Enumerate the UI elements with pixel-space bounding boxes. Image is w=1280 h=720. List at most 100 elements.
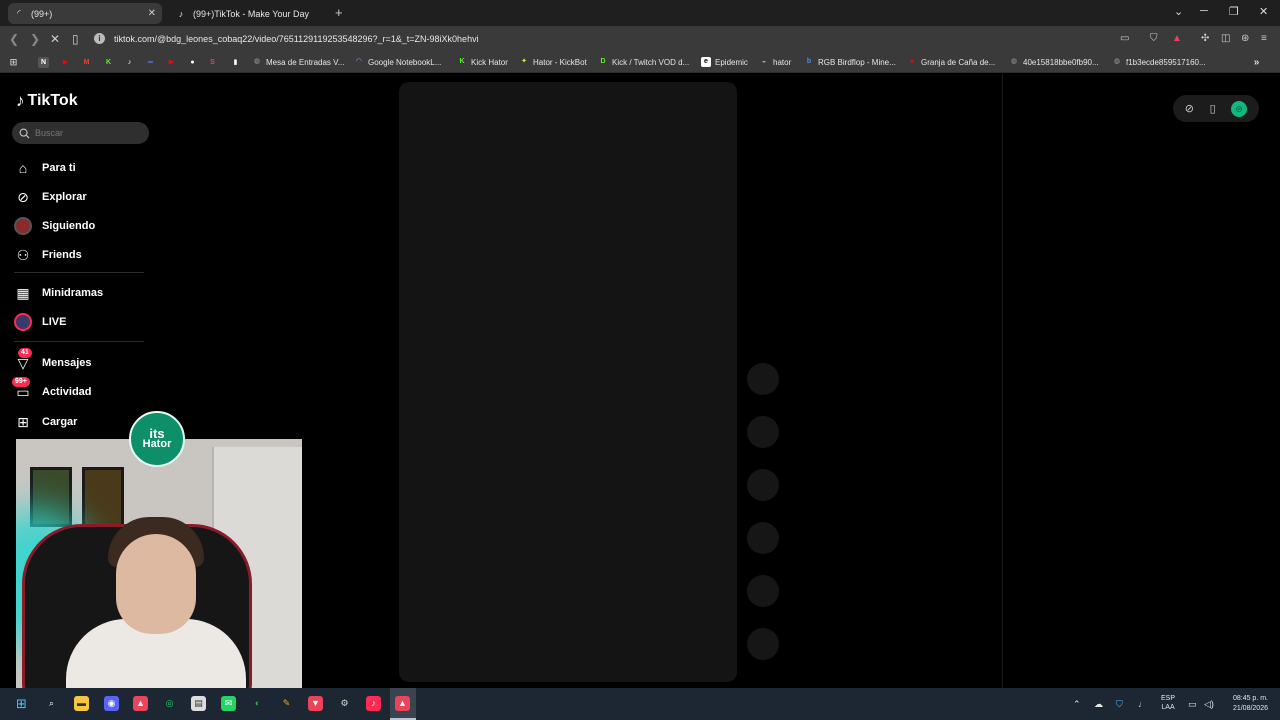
nav-item-para-ti[interactable]: ⌂ Para ti bbox=[14, 159, 76, 177]
webcam-overlay bbox=[16, 439, 302, 695]
browser-tab-active[interactable]: ◜ (99+) ✕ bbox=[8, 3, 162, 24]
coins-icon[interactable]: ⊘ bbox=[1185, 102, 1194, 115]
new-tab-button[interactable]: + bbox=[335, 5, 343, 20]
upload-icon: ⊞ bbox=[17, 413, 29, 430]
cast-icon[interactable]: ▭ bbox=[1120, 33, 1129, 44]
extension-triangle-icon[interactable]: ▲ bbox=[1172, 33, 1182, 44]
share-button-placeholder[interactable] bbox=[747, 522, 779, 554]
device-icon[interactable]: ▯ bbox=[1210, 102, 1216, 115]
tiktok-icon[interactable]: ♪ bbox=[124, 57, 135, 68]
url-field[interactable]: tiktok.com/@bdg_leones_cobaq22/video/765… bbox=[114, 34, 479, 44]
back-icon[interactable]: ❮ bbox=[9, 32, 19, 46]
spinner-icon: ◜ bbox=[17, 8, 21, 18]
monitor-icon[interactable]: ▭ bbox=[1188, 688, 1197, 720]
github-icon[interactable]: ● bbox=[187, 57, 198, 68]
address-bar: ❮ ❯ ✕ ▯ i tiktok.com/@bdg_leones_cobaq22… bbox=[0, 26, 1280, 53]
video-player-placeholder[interactable] bbox=[399, 82, 737, 682]
bookmark-item[interactable]: ◍ 40e15818bbe0fb90... bbox=[1009, 57, 1099, 67]
youtube-icon: ● bbox=[909, 58, 915, 65]
nav-item-live[interactable]: LIVE bbox=[14, 313, 66, 331]
nav-item-cargar[interactable]: ⊞ Cargar bbox=[14, 413, 77, 431]
puzzle-icon[interactable]: ✣ bbox=[1201, 33, 1209, 44]
minimize-icon[interactable]: ─ bbox=[1200, 5, 1208, 17]
webcam-poster bbox=[82, 467, 124, 527]
comment-button-placeholder[interactable] bbox=[747, 416, 779, 448]
s-icon[interactable]: S bbox=[207, 57, 218, 68]
search-input[interactable] bbox=[35, 128, 135, 138]
nav-item-mensajes[interactable]: ▽ 41 Mensajes bbox=[14, 348, 92, 372]
bookmark-item[interactable]: ◒ hator bbox=[759, 57, 791, 67]
sidebar-icon[interactable]: ◫ bbox=[1221, 33, 1230, 44]
brave-icon[interactable]: ▲ bbox=[133, 696, 148, 711]
stop-icon[interactable]: ✕ bbox=[50, 32, 60, 46]
nav-divider bbox=[14, 272, 144, 273]
nav-item-siguiendo[interactable]: Siguiendo bbox=[14, 217, 95, 235]
nav-item-explorar[interactable]: ⊘ Explorar bbox=[14, 188, 87, 206]
meta-icon[interactable]: ∞ bbox=[145, 57, 156, 68]
windows-start-icon[interactable]: ⊞ bbox=[14, 696, 29, 711]
menu-icon[interactable]: ≡ bbox=[1261, 33, 1267, 44]
volume-icon[interactable]: ◁) bbox=[1204, 688, 1214, 720]
nav-item-actividad[interactable]: ▭ 99+ Actividad bbox=[12, 377, 92, 401]
bookmark-item[interactable]: ◍ Mesa de Entradas V... bbox=[252, 57, 344, 67]
vod-icon: D bbox=[600, 58, 606, 65]
twitch-icon[interactable]: ▮ bbox=[230, 57, 241, 68]
close-window-icon[interactable]: ✕ bbox=[1259, 5, 1268, 18]
browser-tab-strip: ◜ (99+) ✕ ♪ (99+)TikTok - Make Your Day … bbox=[0, 0, 1280, 26]
search-box[interactable] bbox=[12, 122, 149, 144]
save-button-placeholder[interactable] bbox=[747, 469, 779, 501]
spotify-icon[interactable]: ◐ bbox=[250, 696, 265, 711]
bookmark-item[interactable]: ● Granja de Caña de... bbox=[907, 57, 995, 67]
input-language[interactable]: ESP LAA bbox=[1161, 694, 1175, 712]
security-icon[interactable]: ⛉ bbox=[1116, 688, 1123, 720]
youtube-icon[interactable]: ▶ bbox=[60, 57, 71, 68]
tray-chevron-icon[interactable]: ⌃ bbox=[1073, 688, 1081, 720]
more-button-placeholder[interactable] bbox=[747, 575, 779, 607]
chat-icon[interactable]: ✉ bbox=[221, 696, 236, 711]
app-red-icon[interactable]: ▼ bbox=[308, 696, 323, 711]
bookmark-item[interactable]: ◠ Google NotebookL... bbox=[354, 57, 441, 67]
bookmark-item[interactable]: ✦ Hator - KickBot bbox=[519, 57, 587, 67]
notion-icon[interactable]: N bbox=[38, 57, 49, 68]
bookmark-item[interactable]: b RGB Birdflop - Mine... bbox=[804, 57, 896, 67]
nav-divider bbox=[14, 341, 144, 342]
restore-icon[interactable]: ❐ bbox=[1229, 5, 1239, 18]
brave-icon: ▲ bbox=[395, 696, 410, 711]
mic-icon[interactable]: ♩ bbox=[1138, 688, 1147, 720]
profile-avatar[interactable]: ⊜ bbox=[1231, 100, 1248, 117]
sound-button-placeholder[interactable] bbox=[747, 628, 779, 660]
like-button-placeholder[interactable] bbox=[747, 363, 779, 395]
apps-grid-icon[interactable]: ⊞ bbox=[8, 57, 19, 68]
bookmark-item[interactable]: ◍ f1b3ecde859517160... bbox=[1112, 57, 1206, 67]
browser-tab-tiktok[interactable]: ♪ (99+)TikTok - Make Your Day bbox=[170, 3, 332, 24]
system-clock[interactable]: 08:45 p. m. 21/08/2026 bbox=[1226, 694, 1268, 714]
file-explorer-icon[interactable]: ▬ bbox=[74, 696, 89, 711]
youtube-icon[interactable]: ▶ bbox=[166, 57, 177, 68]
gmail-icon[interactable]: M bbox=[81, 57, 92, 68]
bookmark-item[interactable]: D Kick / Twitch VOD d... bbox=[598, 57, 689, 67]
notepad-icon[interactable]: ▤ bbox=[191, 696, 206, 711]
forward-icon[interactable]: ❯ bbox=[30, 32, 40, 46]
live-icon bbox=[14, 313, 32, 331]
settings-icon[interactable]: ⚙ bbox=[337, 696, 352, 711]
cloud-icon[interactable]: ☁ bbox=[1094, 688, 1103, 720]
pen-icon[interactable]: ✎ bbox=[279, 696, 294, 711]
shield-icon[interactable]: ⛉ bbox=[1150, 33, 1158, 44]
bookmark-icon[interactable]: ▯ bbox=[72, 32, 79, 46]
site-info-icon[interactable]: i bbox=[94, 33, 105, 44]
tiktok-logo[interactable]: ♪ TikTok bbox=[16, 91, 78, 111]
close-icon[interactable]: ✕ bbox=[148, 8, 156, 19]
bookmark-item[interactable]: e Epidemic bbox=[701, 57, 748, 67]
bookmark-item[interactable]: K Kick Hator bbox=[457, 57, 507, 67]
nav-item-friends[interactable]: ⚇ Friends bbox=[14, 246, 82, 264]
vpn-icon[interactable]: ⊛ bbox=[1241, 33, 1249, 44]
whatsapp-icon[interactable]: ◎ bbox=[162, 696, 177, 711]
chevron-down-icon[interactable]: ⌄ bbox=[1174, 5, 1183, 18]
nav-item-minidramas[interactable]: ▦ Minidramas bbox=[14, 284, 103, 302]
search-icon[interactable]: ⌕ bbox=[44, 696, 59, 711]
discord-icon[interactable]: ◉ bbox=[104, 696, 119, 711]
more-bookmarks-icon[interactable]: » bbox=[1251, 57, 1262, 68]
tiktok-taskbar-icon[interactable]: ♪ bbox=[366, 696, 381, 711]
kick-icon[interactable]: K bbox=[103, 57, 114, 68]
active-app-indicator[interactable]: ▲ bbox=[390, 688, 416, 720]
